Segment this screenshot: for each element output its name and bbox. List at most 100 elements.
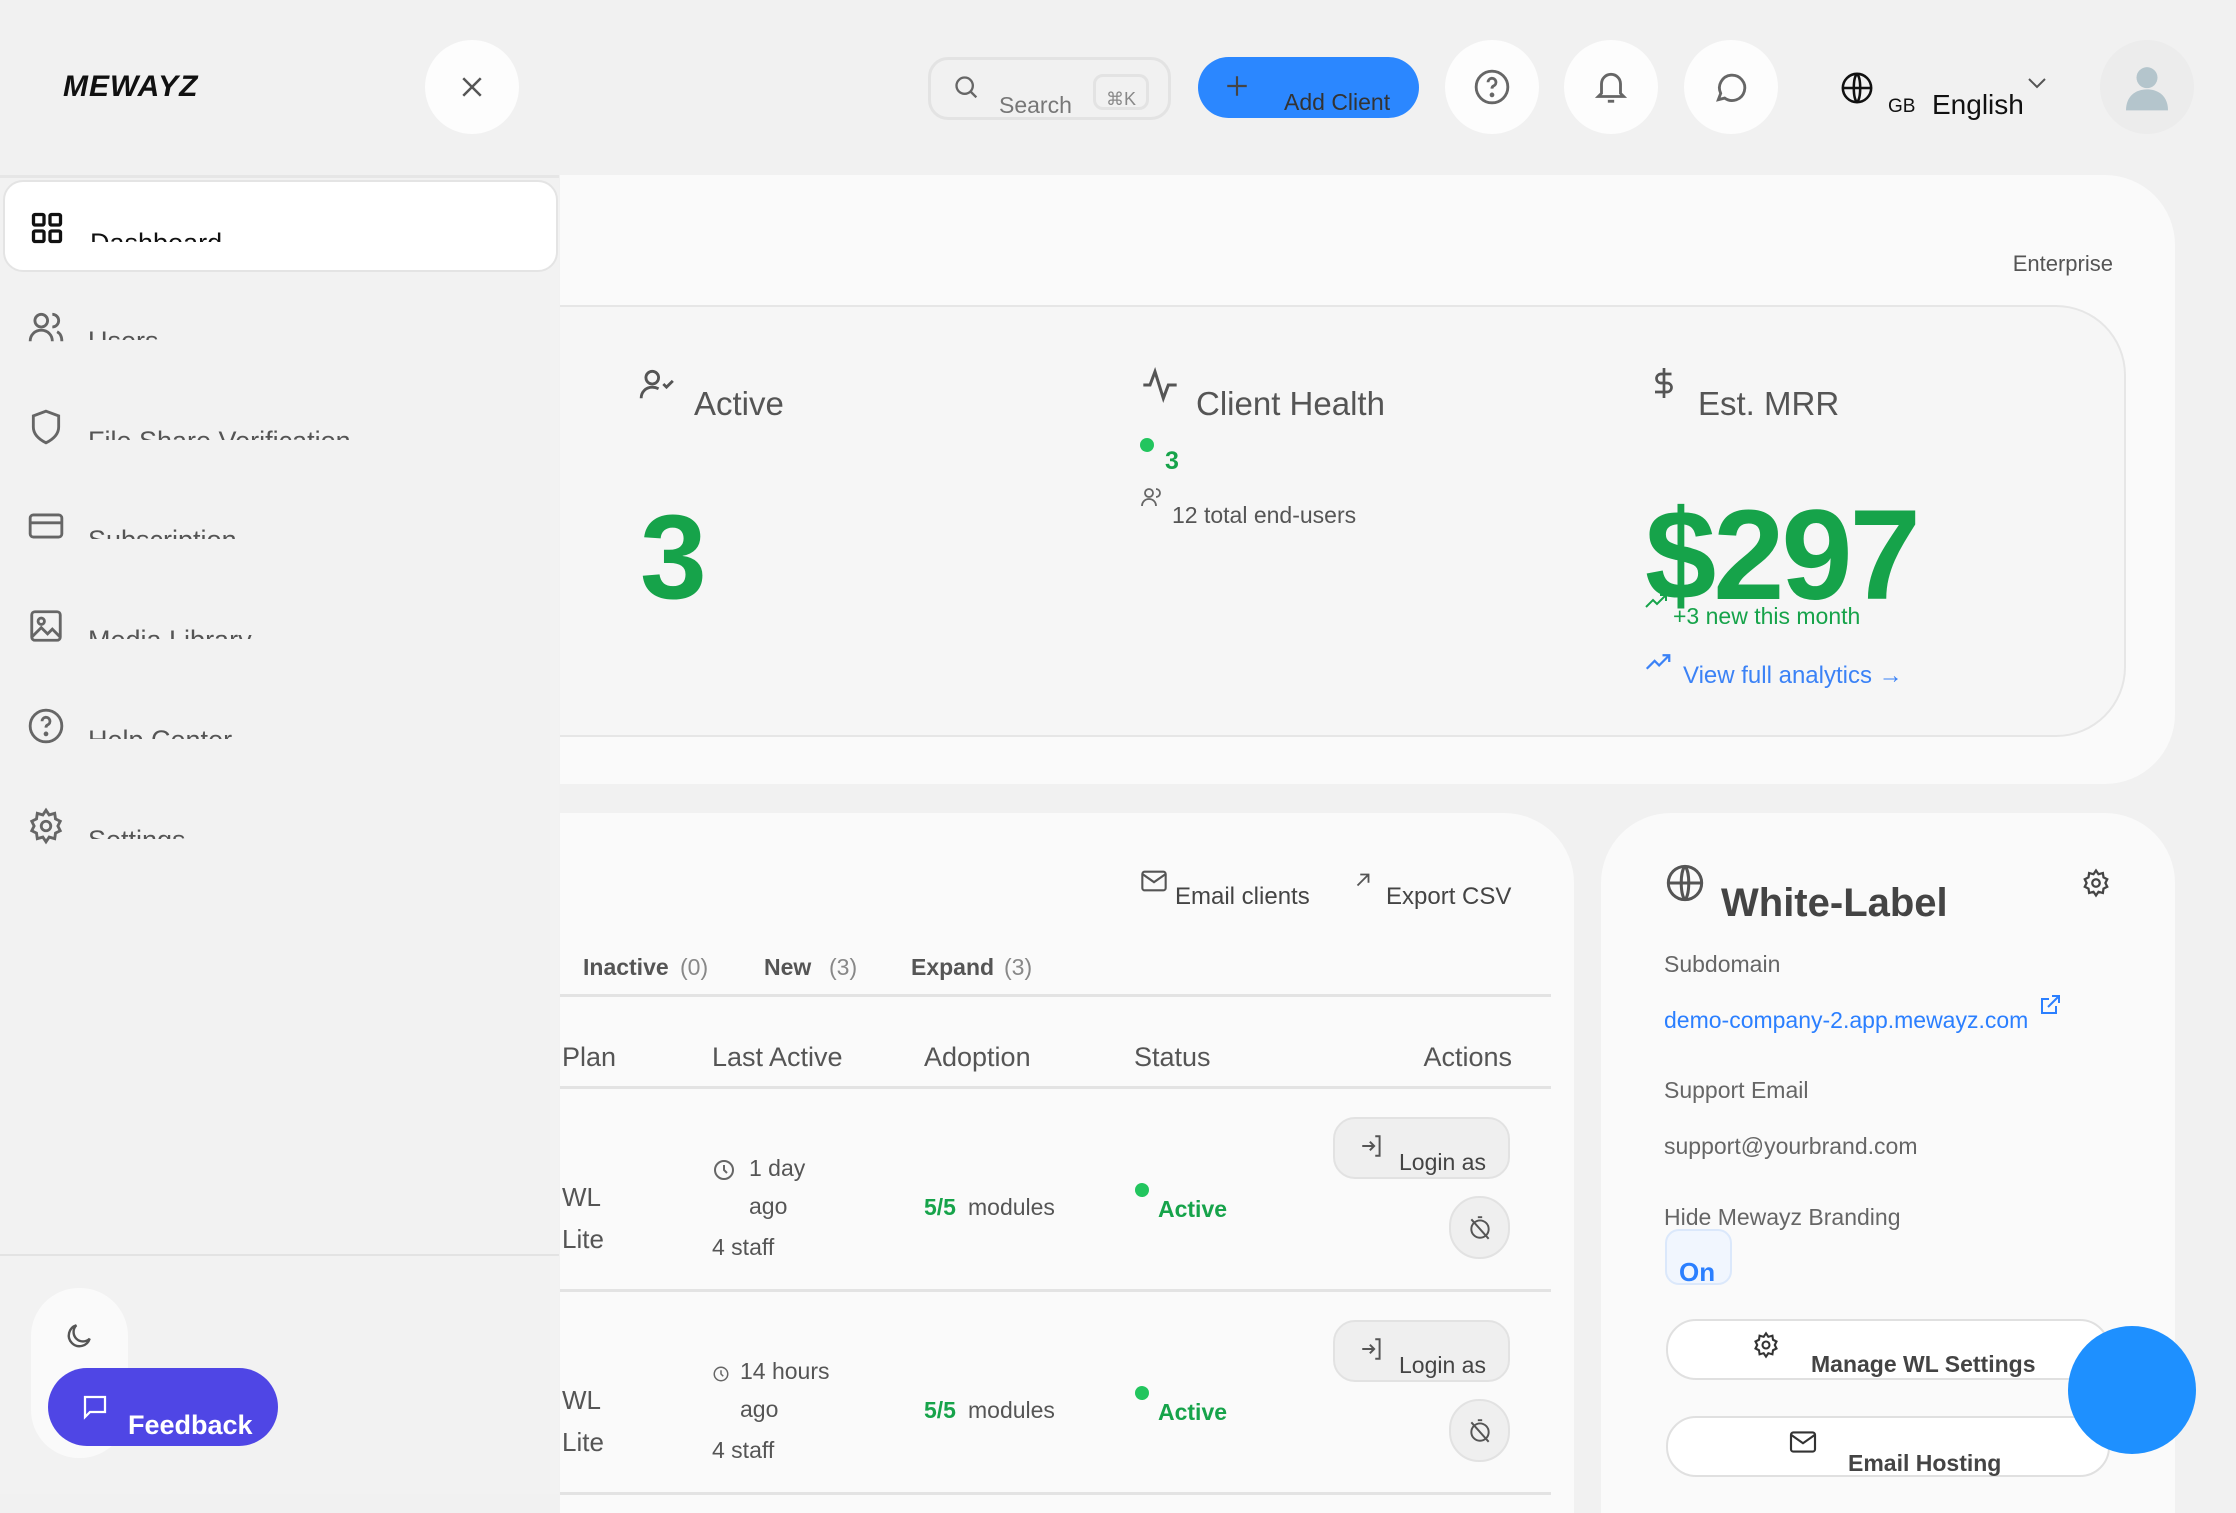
view-analytics-link[interactable]: View full analytics → <box>1683 664 1903 688</box>
user-check-icon <box>638 365 676 403</box>
plus-icon <box>1224 73 1250 99</box>
sidebar-item-help-center[interactable]: Help Center <box>3 679 558 771</box>
end-users-count: 12 total end-users <box>1172 504 1356 527</box>
clock-icon <box>712 1365 730 1383</box>
login-as-button[interactable]: Login as <box>1333 1117 1510 1179</box>
sidebar-item-label: Settings <box>88 825 186 839</box>
tabs-divider <box>560 994 1551 997</box>
plan-badge: Enterprise <box>2013 253 2113 275</box>
pause-timer-button[interactable] <box>1449 1399 1510 1462</box>
support-email-value: support@yourbrand.com <box>1664 1135 1917 1158</box>
toggle-state: On <box>1679 1259 1715 1285</box>
status-badge: Active <box>1158 1401 1227 1424</box>
email-clients-button[interactable]: Email clients <box>1140 869 1320 919</box>
help-circle-icon <box>27 707 65 745</box>
language-code: GB <box>1888 97 1915 116</box>
log-in-icon <box>1359 1133 1385 1159</box>
feedback-button[interactable]: Feedback <box>48 1368 278 1446</box>
tab-label: New <box>764 956 811 979</box>
status-dot <box>1135 1183 1149 1197</box>
manage-wl-settings-button[interactable]: Manage WL Settings <box>1666 1319 2110 1380</box>
dollar-icon <box>1646 363 1682 403</box>
login-as-label: Login as <box>1399 1354 1486 1377</box>
sidebar-item-file-share-verification[interactable]: File Share Verification <box>3 380 558 472</box>
chat-bubble-icon <box>1712 68 1750 106</box>
shield-icon <box>27 408 65 446</box>
moon-icon <box>63 1320 95 1352</box>
hide-branding-label: Hide Mewayz Branding <box>1664 1206 1901 1229</box>
mrr-delta: +3 new this month <box>1673 605 1860 628</box>
mail-icon <box>1140 869 1168 893</box>
tab-count: (3) <box>1004 956 1032 979</box>
adoption-label: modules <box>968 1196 1055 1219</box>
email-hosting-button[interactable]: Email Hosting <box>1666 1416 2110 1477</box>
credit-card-icon <box>27 507 65 545</box>
messages-button[interactable] <box>1684 40 1778 134</box>
gear-icon[interactable] <box>2081 868 2111 898</box>
adoption-label: modules <box>968 1399 1055 1422</box>
analytics-trend-icon <box>1644 653 1672 671</box>
healthy-count: 3 <box>1165 449 1179 474</box>
support-email-label: Support Email <box>1664 1079 1808 1102</box>
add-client-button[interactable]: Add Client <box>1198 57 1419 118</box>
sidebar-item-label: Subscription <box>88 525 237 539</box>
manage-wl-label: Manage WL Settings <box>1811 1353 2036 1376</box>
logo: MEWAYZ <box>63 72 198 102</box>
mail-icon <box>1788 1430 1818 1454</box>
active-label: Active <box>694 387 784 420</box>
sidebar-item-settings[interactable]: Settings <box>3 779 558 871</box>
users-icon <box>27 308 65 346</box>
staff-count: 4 staff <box>712 1236 774 1259</box>
hide-branding-toggle[interactable]: On <box>1665 1229 1732 1285</box>
mrr-value: $297 <box>1645 492 1918 620</box>
health-dot <box>1140 438 1154 452</box>
subdomain-link[interactable]: demo-company-2.app.mewayz.com <box>1664 1009 2028 1032</box>
adoption-value: 5/5 <box>924 1399 956 1422</box>
close-sidebar-button[interactable] <box>425 40 519 134</box>
language-label: English <box>1932 91 2024 119</box>
help-icon <box>1473 68 1511 106</box>
active-count: 3 <box>640 497 707 617</box>
user-avatar-icon <box>2119 59 2175 115</box>
subdomain-label: Subdomain <box>1664 953 1780 976</box>
sidebar-item-dashboard[interactable]: Dashboard <box>3 180 558 272</box>
message-icon <box>80 1392 110 1422</box>
notifications-button[interactable] <box>1564 40 1658 134</box>
chat-launcher-button[interactable] <box>2068 1326 2196 1454</box>
column-header-actions: Actions <box>1423 1044 1512 1071</box>
last-active-cell: 1 day <box>749 1157 805 1180</box>
avatar[interactable] <box>2100 40 2194 134</box>
sidebar-item-users[interactable]: Users <box>3 280 558 372</box>
activity-icon <box>1140 365 1180 405</box>
trending-up-icon <box>1644 593 1668 609</box>
adoption-value: 5/5 <box>924 1196 956 1219</box>
close-icon <box>457 72 487 102</box>
sidebar-item-subscription[interactable]: Subscription <box>3 479 558 571</box>
pause-timer-button[interactable] <box>1449 1196 1510 1259</box>
table-row[interactable]: WL Lite 1 day ago 4 staff 5/5 modules Ac… <box>560 1089 1551 1292</box>
search-input[interactable]: Search ⌘K <box>928 57 1171 120</box>
sidebar-item-media-library[interactable]: Media Library <box>3 579 558 671</box>
help-button[interactable] <box>1445 40 1539 134</box>
search-placeholder: Search <box>999 94 1072 117</box>
chevron-down-icon <box>2026 75 2048 91</box>
bell-icon <box>1592 68 1630 106</box>
sidebar-item-label: Help Center <box>88 725 232 739</box>
login-as-label: Login as <box>1399 1151 1486 1174</box>
log-in-icon <box>1359 1336 1385 1362</box>
clients-card: Email clients Export CSV Inactive(0) New… <box>560 813 1574 1513</box>
gear-icon <box>1752 1331 1780 1359</box>
login-as-button[interactable]: Login as <box>1333 1320 1510 1382</box>
sidebar-item-label: Media Library <box>88 625 252 639</box>
stats-panel: Active 3 Client Health 3 12 total end-us… <box>560 305 2126 737</box>
export-csv-button[interactable]: Export CSV <box>1352 869 1532 919</box>
status-dot <box>1135 1386 1149 1400</box>
export-csv-label: Export CSV <box>1386 885 1511 909</box>
external-link-icon[interactable] <box>2038 993 2062 1017</box>
table-row[interactable]: WL Lite 14 hours ago 4 staff 5/5 modules… <box>560 1292 1551 1495</box>
status-badge: Active <box>1158 1198 1227 1221</box>
last-active-cell-2: ago <box>749 1195 787 1218</box>
clock-icon <box>712 1158 736 1182</box>
language-selector[interactable]: GB English <box>1838 65 2058 125</box>
staff-count: 4 staff <box>712 1439 774 1462</box>
